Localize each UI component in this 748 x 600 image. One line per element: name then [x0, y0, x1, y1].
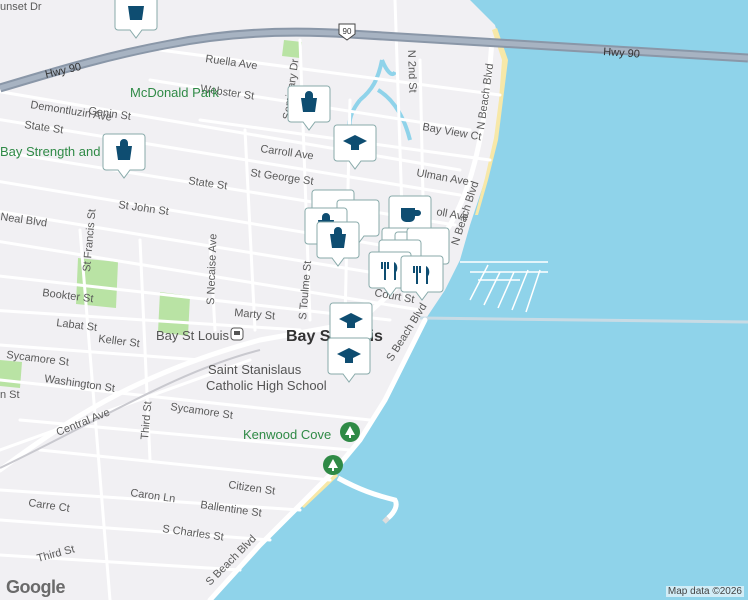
street-label: Washington St: [44, 373, 116, 395]
park-marker[interactable]: [340, 422, 360, 442]
map-attribution[interactable]: Map data ©2026: [665, 586, 744, 597]
street-label: Citizen St: [228, 479, 276, 497]
street-label: Ruella Ave: [205, 53, 259, 72]
shopping-marker[interactable]: [287, 85, 331, 131]
school-marker[interactable]: [333, 124, 377, 170]
street-label: n St: [0, 389, 20, 401]
park-label: Kenwood Cove: [243, 427, 331, 442]
street-label: Third St: [36, 543, 76, 565]
street-label: N Beach Blvd: [475, 63, 496, 131]
street-label: Labat St: [56, 317, 98, 334]
street-label: Neal Blvd: [0, 211, 48, 229]
shopping-marker[interactable]: [114, 0, 158, 39]
street-label: Hwy 90: [44, 61, 82, 81]
park-marker[interactable]: [323, 455, 343, 475]
street-label: State St: [188, 175, 228, 192]
highway-shield-number: 90: [343, 27, 352, 36]
street-label: Marty St: [234, 307, 276, 323]
map-canvas[interactable]: 90 Hwy 90 Hwy 90 unset Dr Ruella Ave Web…: [0, 0, 748, 600]
pier-end: [382, 516, 390, 524]
park-area: [0, 360, 22, 388]
street-label: S Necaise Ave: [205, 233, 219, 305]
train-station-icon[interactable]: [230, 327, 244, 341]
street-label: Third St: [139, 401, 154, 440]
street-label: Carroll Ave: [260, 143, 315, 162]
park-label: McDonald Park: [130, 85, 219, 100]
shopping-bag-icon: [128, 6, 144, 20]
shopping-marker[interactable]: [316, 221, 360, 267]
school-label-line1: Saint Stanislaus: [208, 362, 302, 377]
google-logo: Google: [6, 577, 66, 597]
map-svg: 90 Hwy 90 Hwy 90 unset Dr Ruella Ave Web…: [0, 0, 748, 600]
street-label: St John St: [118, 199, 170, 218]
street-label: S Charles St: [162, 523, 225, 543]
school-marker[interactable]: [327, 337, 371, 383]
street-label: State St: [24, 119, 64, 136]
street-label: Ballentine St: [200, 499, 263, 519]
shopping-marker[interactable]: [102, 133, 146, 179]
street-label: N 2nd St: [405, 50, 418, 93]
street-label: Caron Ln: [130, 487, 176, 505]
street-label: Hwy 90: [603, 46, 640, 61]
station-label: Bay St Louis: [156, 328, 229, 343]
street-label: Carre Ct: [28, 497, 71, 515]
street-label: Keller St: [98, 333, 141, 350]
street-label: unset Dr: [0, 1, 42, 13]
street-label: Bay View Ct: [421, 121, 482, 143]
school-label-line2: Catholic High School: [206, 378, 327, 393]
